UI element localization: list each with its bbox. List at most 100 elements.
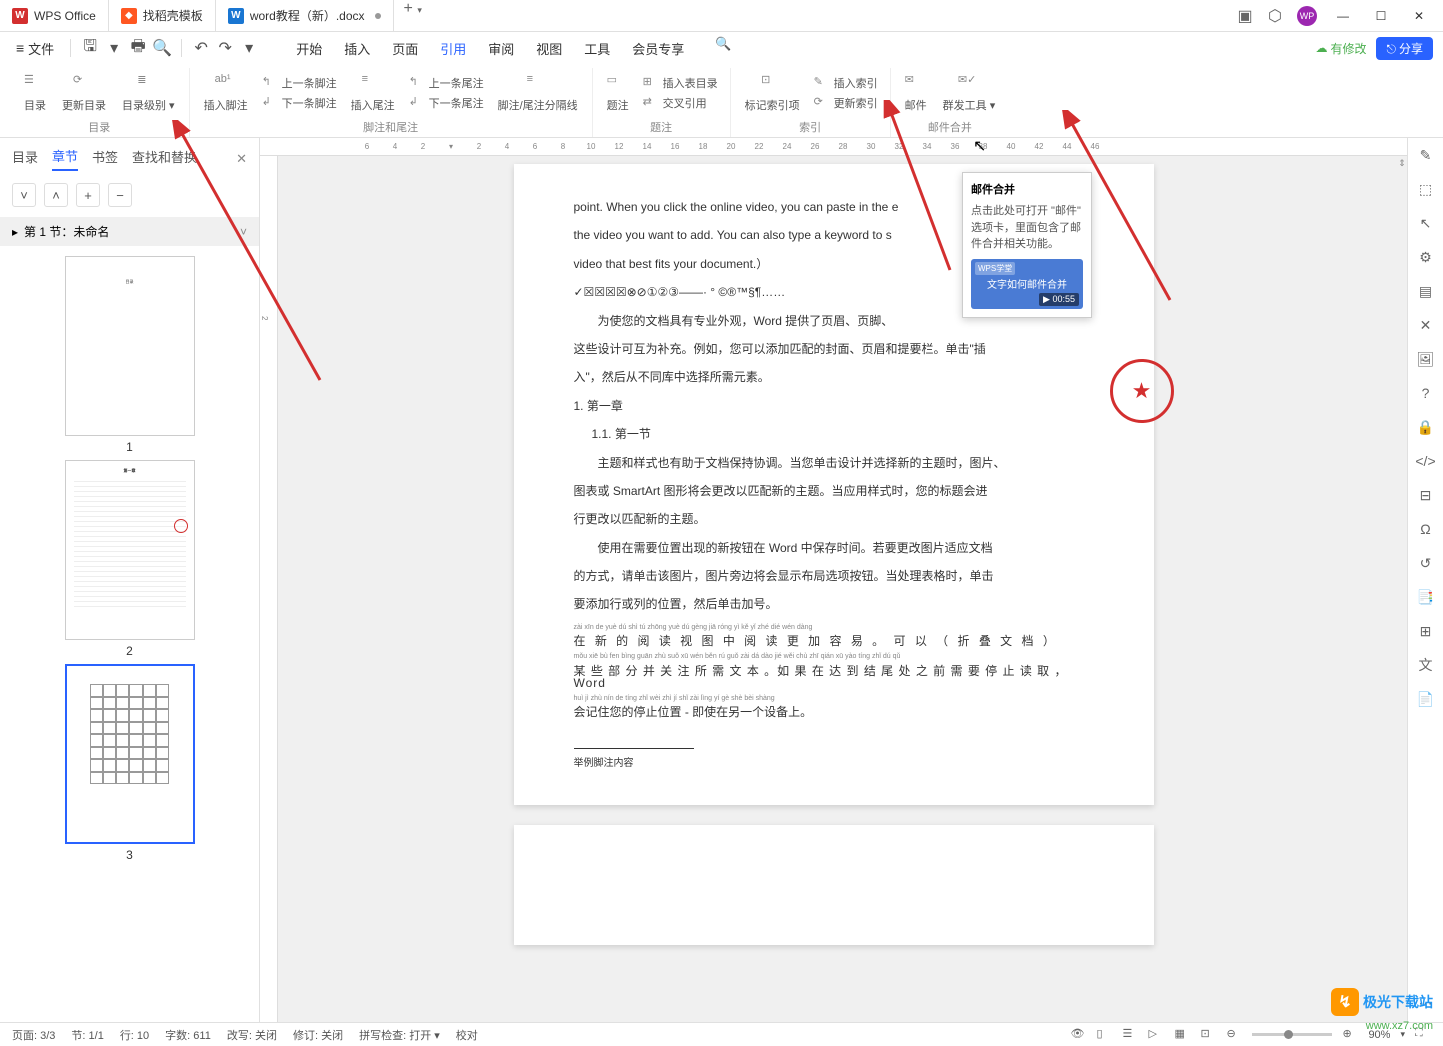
zoom-slider[interactable] xyxy=(1252,1033,1332,1036)
user-avatar[interactable]: WP xyxy=(1297,6,1317,26)
status-row[interactable]: 行: 10 xyxy=(120,1027,149,1043)
tooltip-video[interactable]: WPS学堂 文字如何邮件合并 ▶ 00:55 xyxy=(971,259,1083,309)
insert-table-toc-button[interactable]: ⊞插入表目录 xyxy=(639,74,722,92)
separator-button[interactable]: ≡脚注/尾注分隔线 xyxy=(492,68,584,117)
next-footnote-button[interactable]: ↲下一条脚注 xyxy=(258,94,341,112)
nav-down-button[interactable]: ˅ xyxy=(12,183,36,207)
horizontal-ruler[interactable]: 642 ▾ 246 81012 141618 202224 262830 323… xyxy=(260,138,1407,156)
settings-icon[interactable]: ⚙ xyxy=(1417,248,1435,266)
history-icon[interactable]: ↺ xyxy=(1417,554,1435,572)
tab-insert[interactable]: 插入 xyxy=(342,35,372,62)
update-index-button[interactable]: ⟳更新索引 xyxy=(810,94,882,112)
tab-view[interactable]: 视图 xyxy=(534,35,564,62)
update-toc-button[interactable]: ⟳更新目录 xyxy=(56,68,112,117)
tab-templates[interactable]: ◆ 找稻壳模板 xyxy=(109,0,216,31)
print-icon[interactable]: 🖶 xyxy=(129,39,147,57)
insert-endnote-button[interactable]: ≡插入尾注 xyxy=(345,68,401,117)
insert-footnote-button[interactable]: ab¹插入脚注 xyxy=(198,68,254,117)
add-tab-button[interactable]: + ▾ xyxy=(394,0,432,31)
cursor-icon[interactable]: ↖ xyxy=(1417,214,1435,232)
tab-tools[interactable]: 工具 xyxy=(582,35,612,62)
export-icon[interactable]: 📑 xyxy=(1417,588,1435,606)
outline-view-icon[interactable]: ☰ xyxy=(1122,1027,1138,1043)
tab-document[interactable]: W word教程（新）.docx xyxy=(216,0,394,31)
share-button[interactable]: ⎋分享 xyxy=(1376,37,1433,60)
vertical-ruler[interactable]: 2 xyxy=(260,156,278,1022)
table-icon[interactable]: ⊞ xyxy=(1417,622,1435,640)
tools-icon[interactable]: ✕ xyxy=(1417,316,1435,334)
omega-icon[interactable]: Ω xyxy=(1417,520,1435,538)
zoom-in-icon[interactable]: ⊕ xyxy=(1342,1027,1358,1043)
pencil-icon[interactable]: ✎ xyxy=(1417,146,1435,164)
group-send-button[interactable]: ✉✓群发工具 ▾ xyxy=(937,68,1002,117)
mark-index-button[interactable]: ⊡标记索引项 xyxy=(739,68,806,117)
nav-close-button[interactable]: ✕ xyxy=(236,151,247,167)
translate-icon[interactable]: 文 xyxy=(1417,656,1435,674)
has-changes-indicator[interactable]: ☁ 有修改 xyxy=(1315,40,1366,57)
thumbnail-1[interactable]: 目录 1 xyxy=(65,256,195,454)
prev-footnote-button[interactable]: ↰上一条脚注 xyxy=(258,74,341,92)
layers-icon[interactable]: ▤ xyxy=(1417,282,1435,300)
search-icon[interactable]: 🔍 xyxy=(714,35,732,53)
status-section[interactable]: 节: 1/1 xyxy=(71,1027,103,1043)
close-button[interactable]: ✕ xyxy=(1407,9,1431,23)
status-proof[interactable]: 校对 xyxy=(456,1027,478,1043)
toc-button[interactable]: ☰目录 xyxy=(18,68,52,117)
layout-icon[interactable]: ⊟ xyxy=(1417,486,1435,504)
nav-tab-find[interactable]: 查找和替换 xyxy=(132,147,197,170)
section-header[interactable]: ▸ 第 1 节：未命名 ˅ xyxy=(0,217,259,246)
nav-tab-bookmark[interactable]: 书签 xyxy=(92,147,118,170)
nav-up-button[interactable]: ˄ xyxy=(44,183,68,207)
web-view-icon[interactable]: ▦ xyxy=(1174,1027,1190,1043)
tab-page[interactable]: 页面 xyxy=(390,35,420,62)
redo-icon[interactable]: ↷ xyxy=(216,39,234,57)
help-icon[interactable]: ? xyxy=(1417,384,1435,402)
tab-reference[interactable]: 引用 xyxy=(438,35,468,62)
nav-remove-button[interactable]: − xyxy=(108,183,132,207)
nav-tab-section[interactable]: 章节 xyxy=(52,146,78,171)
undo-icon[interactable]: ↶ xyxy=(192,39,210,57)
nav-tab-toc[interactable]: 目录 xyxy=(12,147,38,170)
nav-add-button[interactable]: + xyxy=(76,183,100,207)
code-icon[interactable]: </> xyxy=(1417,452,1435,470)
status-spell[interactable]: 拼写检查: 打开 xyxy=(359,1030,431,1042)
scroll-options-icon[interactable]: ⇕ xyxy=(1397,158,1407,169)
open-icon[interactable]: ▾ xyxy=(105,39,123,57)
image-icon[interactable]: 🖼 xyxy=(1417,350,1435,368)
vertical-scrollbar[interactable]: ⇕ xyxy=(1397,158,1407,1012)
cross-ref-button[interactable]: ⇄交叉引用 xyxy=(639,94,722,112)
thumbnail-3[interactable]: 3 xyxy=(65,664,195,862)
document-page-next[interactable] xyxy=(514,825,1154,945)
document-icon[interactable]: 📄 xyxy=(1417,690,1435,708)
tab-member[interactable]: 会员专享 xyxy=(630,35,686,62)
next-endnote-button[interactable]: ↲下一条尾注 xyxy=(405,94,488,112)
layout-icon[interactable]: ▣ xyxy=(1237,8,1253,24)
toc-level-button[interactable]: ≣目录级别 ▾ xyxy=(116,68,181,117)
file-menu[interactable]: ≡ 文件 xyxy=(10,37,60,60)
print-view-icon[interactable]: ⊡ xyxy=(1200,1027,1216,1043)
caption-button[interactable]: ▭题注 xyxy=(601,68,635,117)
prev-endnote-button[interactable]: ↰上一条尾注 xyxy=(405,74,488,92)
page-view-icon[interactable]: ▯ xyxy=(1096,1027,1112,1043)
eye-icon[interactable]: 👁 xyxy=(1070,1027,1086,1043)
status-words[interactable]: 字数: 611 xyxy=(165,1027,211,1043)
tab-review[interactable]: 审阅 xyxy=(486,35,516,62)
tab-start[interactable]: 开始 xyxy=(294,35,324,62)
thumbnail-2[interactable]: 第一章 2 xyxy=(65,460,195,658)
select-icon[interactable]: ⬚ xyxy=(1417,180,1435,198)
save-icon[interactable]: 🖫 xyxy=(81,39,99,57)
zoom-out-icon[interactable]: ⊖ xyxy=(1226,1027,1242,1043)
maximize-button[interactable]: ☐ xyxy=(1369,9,1393,23)
mail-button[interactable]: ✉邮件 xyxy=(899,68,933,117)
print-preview-icon[interactable]: 🔍 xyxy=(153,39,171,57)
minimize-button[interactable]: — xyxy=(1331,9,1355,23)
play-icon[interactable]: ▷ xyxy=(1148,1027,1164,1043)
more-icon[interactable]: ▾ xyxy=(240,39,258,57)
insert-index-button[interactable]: ✎插入索引 xyxy=(810,74,882,92)
status-page[interactable]: 页面: 3/3 xyxy=(12,1027,55,1043)
lock-icon[interactable]: 🔒 xyxy=(1417,418,1435,436)
cube-icon[interactable]: ⬡ xyxy=(1267,8,1283,24)
tab-wps-home[interactable]: W WPS Office xyxy=(0,0,109,31)
status-track[interactable]: 改写: 关闭 xyxy=(227,1027,277,1043)
status-revise[interactable]: 修订: 关闭 xyxy=(293,1027,343,1043)
